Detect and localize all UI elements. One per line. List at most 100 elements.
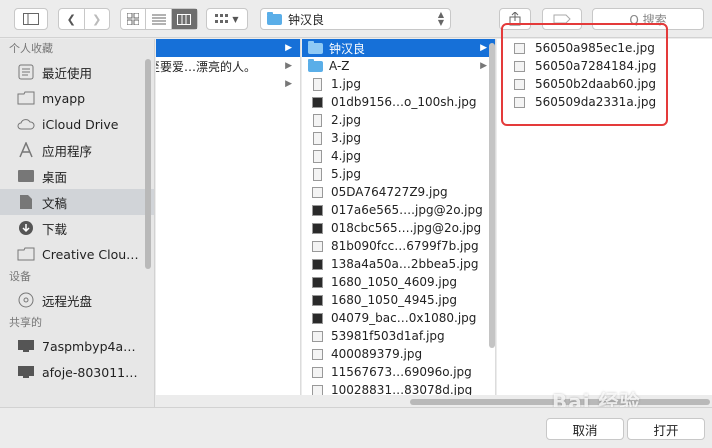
file-name: 2.jpg [331,113,362,127]
file-item[interactable]: 1.jpg [302,75,495,93]
list-item[interactable]: ▶ [156,39,300,57]
file-item[interactable]: 400089379.jpg [302,345,495,363]
file-item[interactable]: 56050a985ec1e.jpg [497,39,712,57]
file-item[interactable]: 04079_bac…0x1080.jpg [302,309,495,327]
open-button[interactable]: 打开 [627,418,705,440]
file-item[interactable]: 11567673…69096o.jpg [302,363,495,381]
file-name: 11567673…69096o.jpg [331,365,472,379]
nav-buttons: ❮ ❯ [58,8,110,30]
folder-icon [308,58,323,72]
file-item[interactable]: 4.jpg [302,147,495,165]
arrange-grid-icon [215,14,229,23]
file-item[interactable]: 018cbc565….jpg@2o.jpg [302,219,495,237]
sidebar-list: 个人收藏 最近使用 myapp iCloud Drive 应用程序 桌面 文稿 下载 Creat… [0,39,154,385]
grid-icon [127,13,140,25]
file-name: 017a6e565….jpg@2o.jpg [331,203,483,217]
sidebar-item[interactable]: 下载 [0,215,154,241]
file-item[interactable]: 01db9156…o_100sh.jpg [302,93,495,111]
file-name: 018cbc565….jpg@2o.jpg [331,221,482,235]
folder-item[interactable]: 钟汉良 ▶ [302,39,495,57]
disclosure-arrow-icon: ▶ [285,43,292,53]
file-item[interactable]: 138a4a50a…2bbea5.jpg [302,255,495,273]
forward-button[interactable]: ❯ [85,9,110,29]
image-thumbnail-icon [514,78,525,90]
column-folder: 钟汉良 ▶ A-Z ▶ 1.jpg 01db9156…o_100sh.jpg 2.jpg 3.… [302,39,496,395]
sidebar-toggle-button[interactable] [14,8,48,30]
sidebar-item[interactable]: 远程光盘 [0,287,154,313]
icon-view-button[interactable] [121,9,147,29]
image-thumbnail-icon [313,149,322,163]
file-name: 560509da2331a.jpg [535,95,657,109]
sidebar-item[interactable]: Creative Clou… [0,241,154,267]
file-item[interactable]: 53981f503d1af.jpg [302,327,495,345]
file-item[interactable]: 56050b2daab60.jpg [497,75,712,93]
path-popup[interactable]: 钟汉良 ▲ ▼ [260,8,451,30]
share-button[interactable] [499,8,531,30]
disclosure-arrow-icon: ▶ [285,79,292,89]
image-thumbnail-icon [312,276,323,288]
sidebar-item[interactable]: 文稿 [0,189,154,215]
image-thumbnail-icon [313,131,322,145]
image-thumbnail-icon [312,258,323,270]
file-item[interactable]: 56050a7284184.jpg [497,57,712,75]
sidebar-item[interactable]: 7aspmbyp4a… [0,333,154,359]
download-icon [16,219,36,237]
file-name: 01db9156…o_100sh.jpg [331,95,477,109]
recent-icon [16,63,36,81]
file-item[interactable]: 2.jpg [302,111,495,129]
sidebar-icon [23,13,39,25]
column-folder-scrollbar[interactable] [489,43,495,348]
computer-icon [16,337,36,355]
list-icon [151,14,166,24]
sidebar-item[interactable]: myapp [0,85,154,111]
file-name: 3.jpg [331,131,362,145]
file-name: 400089379.jpg [331,347,423,361]
desktop-icon [16,167,36,185]
back-button[interactable]: ❮ [59,9,85,29]
sidebar-item[interactable]: 应用程序 [0,137,154,163]
share-icon [509,12,521,26]
file-name: 10028831…83078d.jpg [331,383,473,395]
search-field[interactable]: Q 搜索 [592,8,704,30]
folder-icon [308,40,323,54]
list-view-button[interactable] [146,9,172,29]
file-item[interactable]: 3.jpg [302,129,495,147]
list-item[interactable]: 至要爱…漂亮的人。 ▶ [156,57,300,75]
sidebar-item[interactable]: iCloud Drive [0,111,154,137]
computer-icon [16,363,36,381]
file-item[interactable]: 1680_1050_4609.jpg [302,273,495,291]
tag-icon [553,14,571,24]
sidebar-item[interactable]: 最近使用 [0,59,154,85]
sidebar-item-label: 远程光盘 [42,293,93,309]
file-name: 钟汉良 [329,41,366,56]
file-name: 138a4a50a…2bbea5.jpg [331,257,479,271]
sidebar-item-label: 7aspmbyp4a… [42,338,136,354]
tag-button[interactable] [542,8,582,30]
file-item[interactable]: 81b090fcc…6799f7b.jpg [302,237,495,255]
sidebar-item[interactable]: 桌面 [0,163,154,189]
file-item[interactable]: 017a6e565….jpg@2o.jpg [302,201,495,219]
file-item[interactable]: 5.jpg [302,165,495,183]
file-item[interactable]: 560509da2331a.jpg [497,93,712,111]
file-item[interactable]: 05DA764727Z9.jpg [302,183,495,201]
sidebar-item-label: Creative Clou… [42,246,139,262]
list-item[interactable]: ▶ [156,75,300,93]
column-view-button[interactable] [171,9,197,29]
chevron-down-icon: ▼ [232,14,239,24]
sidebar-scrollbar[interactable] [145,59,151,269]
disclosure-arrow-icon: ▶ [480,61,487,71]
file-item[interactable]: 10028831…83078d.jpg [302,381,495,395]
arrange-button[interactable]: ▼ [206,8,248,30]
file-item[interactable]: 1680_1050_4945.jpg [302,291,495,309]
image-thumbnail-icon [514,96,525,108]
image-thumbnail-icon [312,96,323,108]
file-name: 53981f503d1af.jpg [331,329,445,343]
sidebar-section-header: 设备 [9,270,31,283]
file-name: 81b090fcc…6799f7b.jpg [331,239,479,253]
list-item-label: 至要爱…漂亮的人。 [156,59,257,74]
sidebar-item[interactable]: afoje-803011… [0,359,154,385]
image-thumbnail-icon [312,204,323,216]
folder-item[interactable]: A-Z ▶ [302,57,495,75]
file-name: 1680_1050_4945.jpg [331,293,457,307]
cancel-button[interactable]: 取消 [546,418,624,440]
